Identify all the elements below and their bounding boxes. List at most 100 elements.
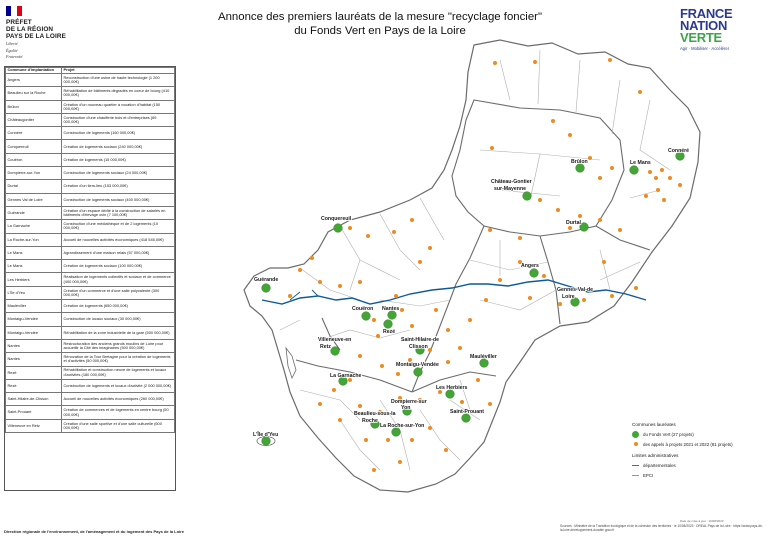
laureat-dot-reze bbox=[383, 319, 393, 329]
appel-dot bbox=[434, 308, 438, 312]
cell-projet: Construction d'une chaufferie bois et d'… bbox=[61, 112, 175, 128]
table-row: Les Herbiers Réalisation de logements col… bbox=[5, 272, 175, 287]
projects-table: Commune d'implantation Projet Angers Reco… bbox=[4, 66, 176, 491]
fnv-verte: VERTE bbox=[680, 30, 722, 45]
appel-dot bbox=[364, 438, 368, 442]
footer-sources: Sources : Ministère de la Transition éco… bbox=[560, 524, 763, 532]
appel-dot bbox=[396, 372, 400, 376]
cell-commune: Châteaugontier bbox=[5, 112, 62, 128]
appel-dot bbox=[332, 388, 336, 392]
green-dot-icon bbox=[632, 430, 639, 438]
cell-commune: Le Mans bbox=[5, 245, 62, 261]
map-label: La Roche-sur-Yon bbox=[380, 423, 424, 429]
appel-dot bbox=[488, 228, 492, 232]
appel-dot bbox=[398, 460, 402, 464]
cell-projet: Création d'un commerce et d'une salle po… bbox=[61, 285, 175, 301]
legend-heading: Communes lauréates bbox=[632, 422, 676, 427]
legend-item-laureats: du Fonds Vert (27 projets) bbox=[632, 429, 764, 439]
map-label: Nantes bbox=[382, 306, 399, 312]
appel-dot bbox=[668, 176, 672, 180]
appel-dot bbox=[400, 308, 404, 312]
legend-label-laureats: du Fonds Vert (27 projets) bbox=[643, 431, 694, 437]
appel-dot bbox=[298, 268, 302, 272]
table-row: Durtal Création d'un tiers-lieu (153 000,… bbox=[5, 179, 175, 194]
appel-dot bbox=[602, 260, 606, 264]
legend-label-departements: départementales bbox=[643, 462, 676, 468]
epci-line-icon bbox=[632, 474, 639, 476]
appel-dot bbox=[578, 214, 582, 218]
appel-dot bbox=[358, 404, 362, 408]
cell-commune: Villeneuve en Retz bbox=[5, 418, 62, 434]
cell-commune: Les Herbiers bbox=[5, 272, 62, 287]
table-row: Saint-Prouant Création de commerces et de… bbox=[5, 405, 175, 420]
appel-dot bbox=[446, 328, 450, 332]
map-label: Clisson bbox=[409, 344, 428, 350]
table-row: Saint-Hilaire-de-Clisson Accueil de nouve… bbox=[5, 392, 175, 407]
map-label: Yon bbox=[401, 405, 410, 411]
table-row: Rezé Construction de logements et locaux … bbox=[5, 378, 175, 394]
appel-dot bbox=[678, 183, 682, 187]
cell-projet: Construction de logements et locaux d'ac… bbox=[61, 378, 175, 394]
map-title: Annonce des premiers lauréats de la mesu… bbox=[190, 10, 570, 38]
appel-dot bbox=[598, 218, 602, 222]
map-legend: Communes lauréates du Fonds Vert (27 pro… bbox=[632, 422, 764, 480]
map-label: Retz bbox=[320, 344, 331, 350]
appel-dot bbox=[446, 360, 450, 364]
cell-projet: Restructuration des anciens grands mouli… bbox=[61, 338, 175, 354]
appel-dot bbox=[410, 218, 414, 222]
cell-commune: La Garnache bbox=[5, 219, 62, 234]
appel-dot bbox=[338, 284, 342, 288]
cell-projet: Création d'un tiers-lieu (153 000,00€) bbox=[61, 179, 175, 194]
table-row: Le Mans Création de logements sociaux (10… bbox=[5, 259, 175, 274]
table-row: Gennes Val de Loire Construction de logem… bbox=[5, 192, 175, 207]
appel-dot bbox=[392, 230, 396, 234]
appel-dot bbox=[533, 60, 537, 64]
map-title-line-2: du Fonds Vert en Pays de la Loire bbox=[294, 25, 466, 37]
appel-dot bbox=[493, 61, 497, 65]
appel-dot bbox=[484, 298, 488, 302]
table-row: Villeneuve en Retz Création d'une salle s… bbox=[5, 418, 175, 434]
appel-dot bbox=[598, 176, 602, 180]
legend-label-epci: EPCI bbox=[643, 472, 654, 478]
table-row: Nantes Rénovation de la Tour Bretagne pou… bbox=[5, 352, 175, 367]
appel-dot bbox=[518, 236, 522, 240]
appel-dot bbox=[490, 146, 494, 150]
appel-dot bbox=[476, 378, 480, 382]
map-title-line-1: Annonce des premiers lauréats de la mesu… bbox=[217, 11, 543, 23]
appel-dot bbox=[460, 400, 464, 404]
cell-commune: La Roche-sur-Yon bbox=[5, 232, 62, 247]
appel-dot bbox=[648, 170, 652, 174]
fnv-tagline: Agir · Mobiliser · Accélérer bbox=[680, 46, 730, 51]
cell-projet: Agrandissement d'une maison relais (57 0… bbox=[61, 245, 175, 261]
laureat-dot-le-mans bbox=[629, 165, 639, 175]
cell-commune: Rezé bbox=[5, 365, 62, 380]
legend-limits-title: Limites administratives bbox=[632, 453, 679, 458]
map-label: Durtal bbox=[566, 220, 582, 226]
cell-projet: Reconstruction d'une usine de haute tech… bbox=[61, 72, 175, 88]
cell-commune: Saint-Prouant bbox=[5, 405, 62, 420]
cell-commune: Montaigu-Vendée bbox=[5, 325, 62, 340]
cell-projet: Création d'une salle sportive et d'une s… bbox=[61, 418, 175, 434]
appel-dot bbox=[372, 318, 376, 322]
cell-projet: Accueil de nouvelles activités économiqu… bbox=[61, 232, 175, 247]
appel-dot bbox=[380, 364, 384, 368]
cell-commune: Brûlon bbox=[5, 99, 62, 114]
laureat-dot-chateau-gontier bbox=[522, 191, 532, 201]
cell-commune: Durtal bbox=[5, 179, 62, 194]
appel-dot bbox=[358, 354, 362, 358]
cell-projet: Construction d'une médiathèque et de 2 l… bbox=[61, 219, 175, 234]
appel-dot bbox=[410, 324, 414, 328]
appel-dot bbox=[468, 318, 472, 322]
table-row: La Garnache Construction d'une médiathèqu… bbox=[5, 219, 175, 234]
map-label: Gennes-Val-de bbox=[557, 287, 593, 293]
cell-projet: Construction de locaux sociaux (30 000,0… bbox=[61, 312, 175, 327]
cell-projet: Création de logements (15 000,00€) bbox=[61, 152, 175, 168]
legend-item-epci: EPCI bbox=[632, 470, 764, 480]
table-row: Guérande Création d'un espace dédié à la … bbox=[5, 205, 175, 221]
cell-commune: Gennes Val de Loire bbox=[5, 192, 62, 207]
legend-item-departements: départementales bbox=[632, 460, 764, 470]
legend-label-appels: des appels à projets 2021 et 2022 (81 pr… bbox=[643, 441, 733, 447]
appel-dot bbox=[386, 438, 390, 442]
map-label: Le Mans bbox=[630, 160, 651, 166]
cell-commune: L'Île d'Yeu bbox=[5, 285, 62, 301]
